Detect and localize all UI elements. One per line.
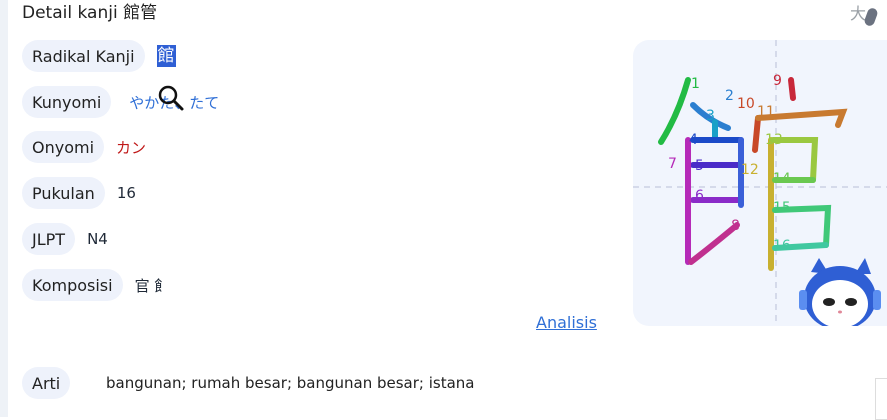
radical-value[interactable]: 館 xyxy=(156,45,176,67)
jlpt-value: N4 xyxy=(87,230,108,248)
meaning-label: Arti xyxy=(22,367,71,399)
left-edge-border xyxy=(0,0,8,417)
onyomi-label: Onyomi xyxy=(22,131,105,163)
strokes-label: Pukulan xyxy=(22,177,105,209)
radical-label: Radikal Kanji xyxy=(22,40,145,72)
stroke-number: 2 xyxy=(725,88,734,104)
stroke-number: 13 xyxy=(765,132,783,148)
row-jlpt: JLPT N4 xyxy=(22,223,108,255)
page-title: Detail kanji 館管 xyxy=(22,3,158,23)
row-kunyomi: Kunyomi やかた、たて xyxy=(22,86,219,118)
analysis-link[interactable]: Analisis xyxy=(536,313,597,332)
stroke-number: 11 xyxy=(757,104,775,120)
stroke-number: 1 xyxy=(691,76,700,92)
composition-label: Komposisi xyxy=(22,269,123,301)
row-meaning: Arti xyxy=(22,367,71,399)
stroke-number: 6 xyxy=(695,188,704,204)
strokes-value: 16 xyxy=(116,184,136,202)
stroke-number: 14 xyxy=(773,171,791,187)
row-composition: Komposisi 官 飠 xyxy=(22,269,169,301)
stroke-number: 16 xyxy=(773,238,791,254)
stroke-number: 9 xyxy=(773,73,782,89)
jlpt-label: JLPT xyxy=(22,223,76,255)
stroke-number: 15 xyxy=(773,200,791,216)
row-onyomi: Onyomi カン xyxy=(22,131,146,163)
mascot-icon[interactable] xyxy=(799,258,881,326)
stroke-number: 3 xyxy=(706,108,715,124)
stroke-order-panel: 1 2 3 4 5 6 7 8 9 10 11 12 13 14 15 16 xyxy=(633,40,887,326)
stroke-number: 10 xyxy=(737,96,755,112)
row-strokes: Pukulan 16 xyxy=(22,177,136,209)
row-radical: Radikal Kanji 館 xyxy=(22,40,176,72)
stroke-number: 5 xyxy=(695,158,704,174)
stroke-number: 4 xyxy=(689,132,698,148)
meaning-value: bangunan; rumah besar; bangunan besar; i… xyxy=(106,374,475,392)
magnifier-cursor-icon xyxy=(158,85,184,111)
stroke-order-diagram: 1 2 3 4 5 6 7 8 9 10 11 12 13 14 15 16 xyxy=(633,40,887,326)
kunyomi-label: Kunyomi xyxy=(22,86,112,118)
stroke-number: 12 xyxy=(741,162,759,178)
composition-value[interactable]: 官 飠 xyxy=(135,275,170,296)
onyomi-value[interactable]: カン xyxy=(116,137,146,158)
stroke-number: 8 xyxy=(731,218,740,234)
corner-widget xyxy=(875,378,887,420)
stroke-number: 7 xyxy=(668,156,677,172)
